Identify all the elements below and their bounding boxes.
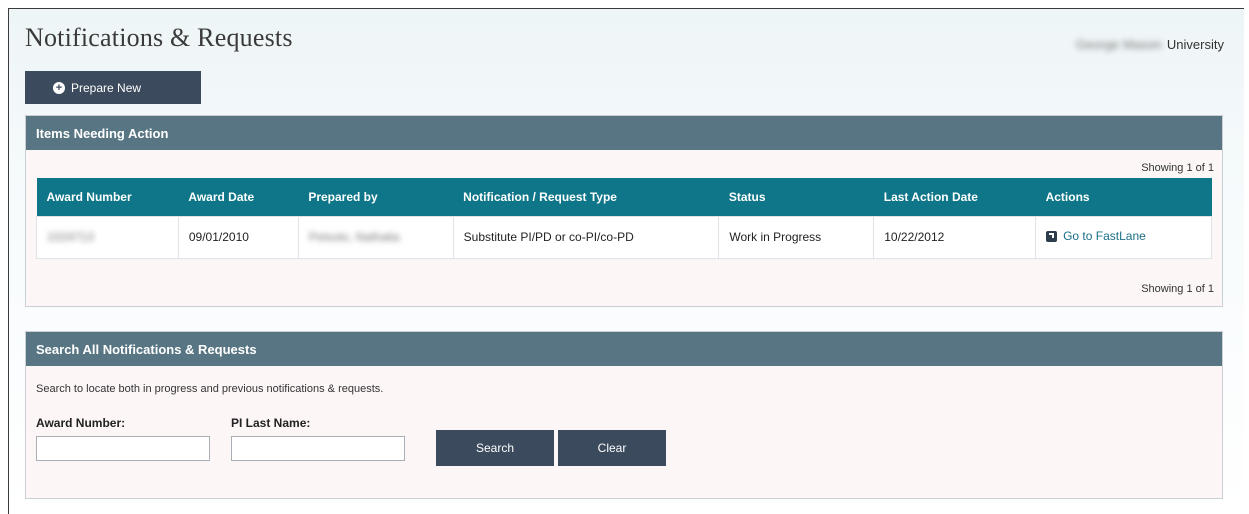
column-request-type[interactable]: Notification / Request Type <box>453 178 719 216</box>
institution-name: George Mason University <box>1076 37 1224 52</box>
showing-count-top: Showing 1 of 1 <box>1141 162 1214 174</box>
column-prepared-by[interactable]: Prepared by <box>298 178 454 216</box>
column-status[interactable]: Status <box>718 178 874 216</box>
column-actions: Actions <box>1035 178 1212 216</box>
search-panel-header: Search All Notifications & Requests <box>26 332 1222 366</box>
table-row: 1024713 09/01/2010 Petsolo, Nathalia Sub… <box>36 215 1212 259</box>
showing-count-bottom: Showing 1 of 1 <box>1141 283 1214 295</box>
prepare-new-label: Prepare New <box>71 80 142 95</box>
award-number-input[interactable] <box>36 436 210 461</box>
pi-last-name-input[interactable] <box>231 436 405 461</box>
pi-last-name-label: PI Last Name: <box>231 416 311 430</box>
search-description: Search to locate both in progress and pr… <box>36 383 384 395</box>
prepare-new-button[interactable]: + Prepare New <box>25 71 201 104</box>
cell-award-date: 09/01/2010 <box>177 215 299 259</box>
page-frame: Notifications & Requests George Mason Un… <box>8 8 1244 514</box>
search-panel: Search All Notifications & Requests Sear… <box>25 331 1223 499</box>
cell-actions: Go to FastLane <box>1035 215 1212 259</box>
plus-circle-icon: + <box>53 81 65 94</box>
cell-prepared-by: Petsolo, Nathalia <box>297 215 454 259</box>
items-needing-action-panel: Items Needing Action Showing 1 of 1 Awar… <box>25 115 1223 307</box>
page-title: Notifications & Requests <box>25 23 293 52</box>
table-header-row: Award Number Award Date Prepared by Noti… <box>36 178 1212 216</box>
go-to-fastlane-label: Go to FastLane <box>1063 229 1146 244</box>
cell-award-number: 1024713 <box>36 215 179 259</box>
award-number-redacted: 1024713 <box>47 230 94 244</box>
cell-status: Work in Progress <box>718 215 875 259</box>
cell-request-type: Substitute PI/PD or co-PI/co-PD <box>452 215 720 259</box>
items-panel-header: Items Needing Action <box>26 116 1222 150</box>
external-link-icon <box>1046 230 1058 242</box>
cell-last-action-date: 10/22/2012 <box>873 215 1037 259</box>
institution-suffix: University <box>1166 37 1224 52</box>
search-button[interactable]: Search <box>436 430 554 466</box>
go-to-fastlane-link[interactable]: Go to FastLane <box>1046 229 1146 243</box>
clear-button[interactable]: Clear <box>558 430 666 466</box>
award-number-label: Award Number: <box>36 416 126 430</box>
items-table: Award Number Award Date Prepared by Noti… <box>36 178 1212 259</box>
column-award-number[interactable]: Award Number <box>36 178 179 216</box>
institution-redacted: George Mason <box>1075 37 1162 52</box>
column-award-date[interactable]: Award Date <box>178 178 299 216</box>
prepared-by-redacted: Petsolo, Nathalia <box>308 230 400 244</box>
column-last-action-date[interactable]: Last Action Date <box>873 178 1036 216</box>
